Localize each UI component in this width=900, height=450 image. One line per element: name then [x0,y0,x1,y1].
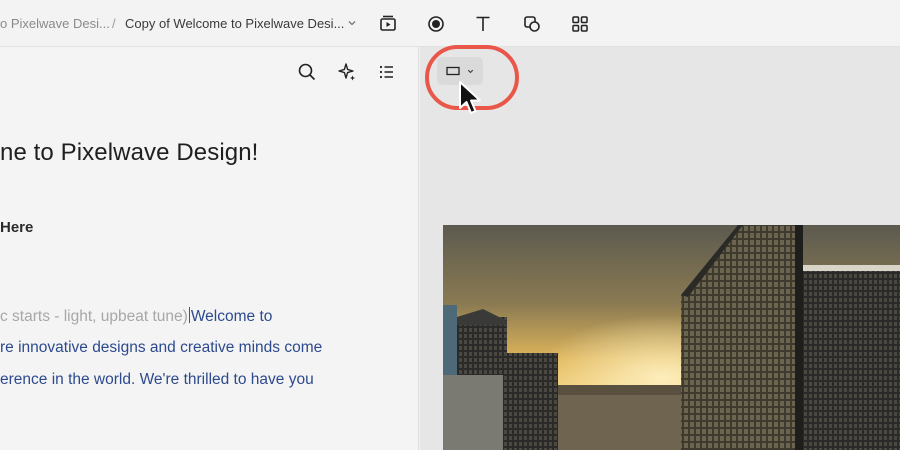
breadcrumb-current[interactable]: Copy of Welcome to Pixelwave Desi... [125,16,344,31]
scene-image[interactable] [443,225,900,450]
search-icon[interactable] [296,61,318,83]
grid-icon[interactable] [568,12,592,36]
spoken-text: Welcome to [190,308,273,325]
mouse-pointer-icon [459,81,481,114]
stage-direction: c starts - light, upbeat tune) [0,308,188,325]
script-line-1[interactable]: c starts - light, upbeat tune) Welcome to [0,307,272,326]
chevron-down-icon[interactable] [346,17,358,29]
breadcrumb-separator: / [112,16,116,31]
script-line-3[interactable]: erence in the world. We're thrilled to h… [0,371,314,389]
script-editor-pane: ne to Pixelwave Design! Here c starts - … [0,47,419,450]
section-heading[interactable]: Here [0,219,33,236]
text-cursor [188,307,190,323]
record-icon[interactable] [424,12,448,36]
sparkle-icon[interactable] [336,61,358,83]
text-icon[interactable] [471,12,495,36]
shapes-icon[interactable] [520,12,544,36]
breadcrumb-parent[interactable]: o Pixelwave Desi... [0,16,110,31]
script-line-2[interactable]: re innovative designs and creative minds… [0,339,322,357]
list-icon[interactable] [376,61,398,83]
scene-icon[interactable] [376,12,400,36]
top-bar: o Pixelwave Desi... / Copy of Welcome to… [0,0,900,47]
document-title[interactable]: ne to Pixelwave Design! [0,139,258,167]
